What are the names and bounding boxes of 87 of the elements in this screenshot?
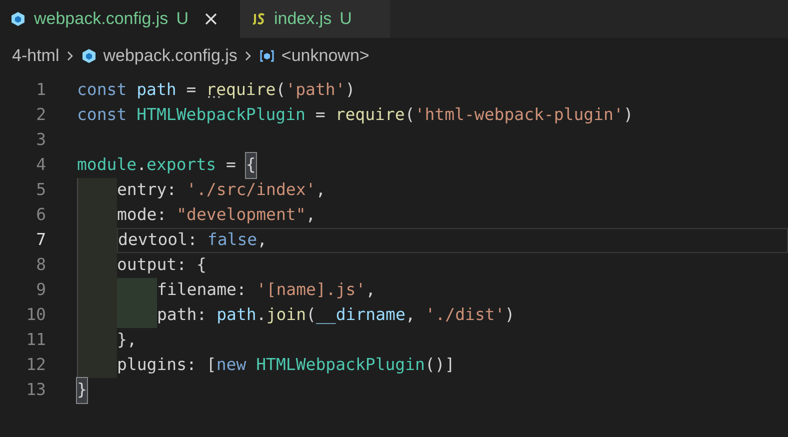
code-token: HTMLWebpackPlugin	[256, 354, 425, 376]
code-token: : [	[186, 354, 216, 376]
code-token: 'path'	[286, 79, 346, 102]
code-token: require	[206, 79, 276, 102]
code-token: path	[136, 79, 176, 102]
code-token: mode	[117, 204, 157, 226]
line-number: 10	[25, 304, 47, 326]
code-token: "development"	[176, 204, 306, 226]
line-number: 1	[35, 79, 47, 102]
code-token: )	[504, 304, 515, 326]
code-token: :	[196, 304, 208, 326]
tab-status: U	[176, 8, 188, 30]
editor-tab[interactable]: webpack.config.js U	[0, 0, 240, 38]
code-token: const	[77, 104, 128, 126]
code-token: =	[225, 154, 237, 176]
code-token: ()]	[425, 354, 455, 376]
code-token: }	[77, 378, 87, 403]
editor-tab[interactable]: index.js U	[240, 0, 390, 38]
cube-icon	[81, 48, 98, 64]
code-token: filename	[157, 279, 236, 302]
code-token: :	[156, 204, 168, 226]
js-file-icon	[250, 11, 266, 27]
breadcrumb-item[interactable]: webpack.config.js	[103, 43, 238, 69]
code-token: :	[166, 179, 178, 202]
code-token: ,	[316, 179, 326, 202]
code-token: path	[157, 304, 197, 326]
code-token: (	[306, 304, 316, 326]
code-token: __dirname	[316, 304, 406, 326]
breadcrumb-item[interactable]: 4-html	[12, 43, 60, 69]
line-number: 8	[35, 254, 47, 276]
code-token: module	[77, 154, 137, 176]
indent-guide	[117, 278, 157, 303]
indent-guide	[77, 353, 117, 378]
line-number: 3	[35, 129, 47, 152]
line-number: 6	[35, 204, 47, 226]
line-number: 4	[35, 154, 47, 176]
line-number: 7	[35, 229, 47, 252]
code-token: output	[117, 254, 177, 276]
close-icon[interactable]	[204, 12, 218, 26]
code-token: devtool	[118, 229, 188, 252]
chevron-icon	[243, 50, 254, 62]
line-number: 13	[25, 379, 47, 402]
code-token: (	[276, 79, 286, 102]
tab-label: webpack.config.js	[34, 8, 168, 30]
code-token: './src/index'	[186, 179, 316, 202]
code-token: {	[246, 153, 256, 178]
cube-icon	[10, 11, 26, 27]
line-number: 9	[35, 279, 47, 302]
code-token: join	[266, 304, 306, 326]
line-number: 2	[35, 104, 47, 126]
code-token: )	[623, 104, 634, 126]
code-token: (	[404, 104, 415, 126]
code-token: =	[185, 79, 198, 102]
code-token: const	[77, 79, 128, 102]
code-token: ,	[257, 229, 268, 252]
code-token: ,	[405, 304, 416, 326]
line-number: 11	[25, 329, 47, 352]
code-token: path	[216, 304, 256, 326]
line-number: 5	[35, 179, 47, 202]
breadcrumb-item[interactable]: <unknown>	[281, 43, 370, 69]
code-token: : {	[176, 254, 206, 276]
code-token: false	[207, 229, 258, 252]
tab-status: U	[340, 8, 352, 30]
code-token: entry	[117, 179, 167, 202]
tab-label: index.js	[274, 8, 332, 30]
code-token: 'html-webpack-plugin'	[414, 104, 624, 126]
code-token: .	[256, 304, 266, 326]
chevron-icon	[65, 50, 76, 62]
code-token: HTMLWebpackPlugin	[136, 104, 306, 126]
code-token: =	[314, 104, 326, 126]
code-token: ,	[306, 204, 316, 226]
code-token: )	[345, 79, 356, 102]
code-token: './dist'	[425, 304, 505, 326]
code-token: exports	[146, 154, 216, 176]
code-token: '[name].js'	[256, 279, 366, 302]
code-token: require	[335, 104, 405, 126]
code-token: plugins	[117, 354, 187, 376]
code-token: :	[236, 279, 248, 302]
code-token: },	[117, 329, 137, 352]
indent-guide	[117, 303, 157, 328]
code-token: :	[188, 229, 198, 252]
code-token: .	[136, 154, 147, 176]
variable-symbol-icon	[259, 48, 276, 64]
indent-guide	[77, 178, 117, 203]
code-token: new	[216, 354, 248, 376]
line-number: 12	[25, 354, 47, 376]
code-token: ,	[366, 279, 376, 302]
